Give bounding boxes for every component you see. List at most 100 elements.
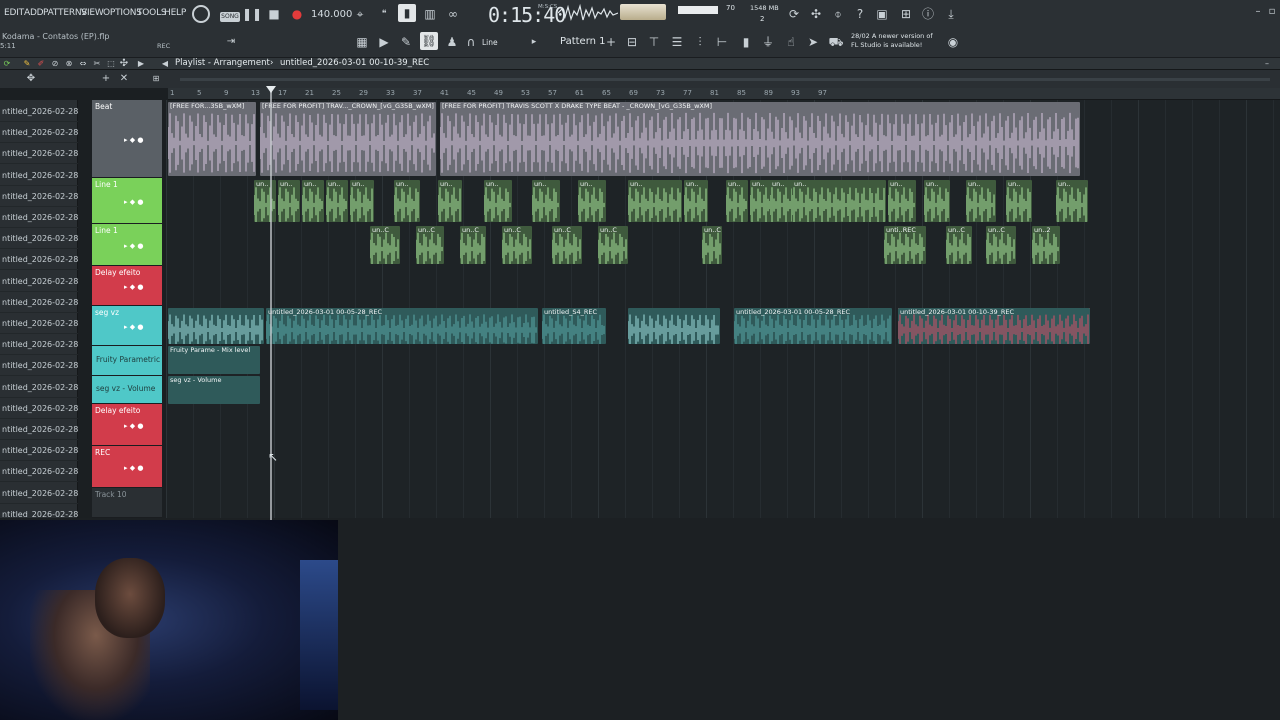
audio-clip[interactable]: un..	[438, 180, 462, 222]
play-icon[interactable]: ❚❚	[242, 8, 262, 20]
menu-options[interactable]: OPTIONS	[103, 8, 142, 18]
track-header[interactable]: seg vz ▸ ◆ ●	[92, 306, 162, 346]
audio-clip[interactable]: un..C	[552, 226, 582, 264]
audio-clip[interactable]: unti..REC	[884, 226, 926, 264]
audio-clip[interactable]: un..	[726, 180, 748, 222]
audio-clip[interactable]: un..C	[986, 226, 1016, 264]
compress-icon[interactable]: ✣	[118, 58, 130, 70]
track-header[interactable]: Line 1 ▸ ◆ ●	[92, 178, 162, 224]
scroll-lock-icon[interactable]: ⊞	[150, 73, 162, 85]
track-controls-icon[interactable]: ▸ ◆ ●	[124, 323, 143, 331]
snap-icon[interactable]: ⟳	[2, 58, 12, 69]
track-header[interactable]: REC ▸ ◆ ●	[92, 446, 162, 488]
browser-item[interactable]: ntitled_2026-02-28 23-	[0, 166, 78, 186]
audio-clip[interactable]: un..	[628, 180, 682, 222]
undo-icon[interactable]: ⟳	[786, 6, 802, 22]
audio-clip[interactable]: untitled_2026-03-01 00-05-28_REC	[266, 308, 538, 344]
mic-icon[interactable]: ⌽	[830, 6, 846, 22]
browser-item[interactable]: ntitled_2026-02-28 23-	[0, 378, 78, 398]
select-tool-icon[interactable]: ⬚	[106, 58, 116, 69]
audio-clip[interactable]: un..	[966, 180, 996, 222]
paint-tool-icon[interactable]: ✐	[36, 58, 46, 69]
audio-clip[interactable]: un..C	[502, 226, 532, 264]
timeline-ruler[interactable]: 1 5 9 13 17 21 25 29 33 37 41 45 49 53 57 61 65 69 73 77 81 8…	[168, 88, 1280, 100]
audio-clip[interactable]: un..C	[702, 226, 722, 264]
save-icon[interactable]: ▣	[874, 6, 890, 22]
track-controls-icon[interactable]: ▸ ◆ ●	[124, 464, 143, 472]
stop-icon[interactable]: ■	[268, 8, 280, 20]
track-header[interactable]: Line 1 ▸ ◆ ●	[92, 224, 162, 266]
browser-item[interactable]: ntitled_2026-02-28 23-	[0, 462, 78, 483]
delete-tool-icon[interactable]: ⊘	[50, 58, 60, 69]
pencil-icon[interactable]: ✎	[398, 35, 414, 49]
browser-item[interactable]: ntitled_2026-02-28 23-	[0, 272, 78, 292]
audio-clip[interactable]: un..	[532, 180, 560, 222]
arrow-icon[interactable]: ⇥	[224, 36, 238, 48]
track-header[interactable]: Fruity Parametric	[92, 346, 162, 376]
browser-item[interactable]: ntitled_2026-02-28 23-	[0, 314, 78, 334]
step-forward-icon[interactable]: ▶	[376, 35, 392, 49]
audio-clip[interactable]: un..	[394, 180, 420, 222]
move-icon[interactable]: ✥	[24, 73, 38, 85]
audio-clip[interactable]: un..	[770, 180, 794, 222]
audio-clip[interactable]: un..	[750, 180, 772, 222]
audio-clip[interactable]: un..C	[370, 226, 400, 264]
channel-rack-icon[interactable]: ⊤	[646, 35, 662, 49]
minimize-icon[interactable]: –	[1252, 6, 1264, 18]
horizontal-scrollbar[interactable]	[180, 78, 1270, 81]
audio-clip[interactable]: un..	[302, 180, 324, 222]
audio-clip[interactable]: un..	[326, 180, 348, 222]
snap-tool-label[interactable]: Line	[482, 38, 498, 47]
add-track-icon[interactable]: +	[100, 73, 112, 85]
draw-tool-icon[interactable]: ✎	[22, 58, 32, 69]
download-icon[interactable]: ⤓	[943, 6, 959, 22]
pattern-selector[interactable]: Pattern 1	[560, 36, 606, 47]
link-icon[interactable]: ⛓	[420, 32, 438, 50]
track-header[interactable]: Delay efeito ▸ ◆ ●	[92, 404, 162, 446]
mixer-icon[interactable]: ⊟	[624, 35, 640, 49]
pattern-song-toggle-icon[interactable]	[192, 5, 210, 23]
playlist-options-icon[interactable]: ◀	[160, 58, 170, 69]
pattern-prev-icon[interactable]: ▸	[528, 35, 540, 49]
update-notice[interactable]: 28/02 A newer version of FL Studio is av…	[851, 32, 933, 50]
wait-icon[interactable]: ❝	[376, 7, 392, 21]
browser-item[interactable]: ntitled_2026-02-28 23-	[0, 441, 78, 462]
document-icon[interactable]: ▮	[738, 35, 754, 49]
add-pattern-icon[interactable]: +	[605, 35, 617, 49]
audio-clip[interactable]: [FREE FOR PROFIT] TRAV..._CROWN_[vG_G35B…	[260, 102, 436, 176]
record-icon[interactable]: ●	[291, 8, 303, 20]
info-icon[interactable]: ⓘ	[920, 6, 936, 22]
track-controls-icon[interactable]: ▸ ◆ ●	[124, 242, 143, 250]
track-header[interactable]: seg vz - Volume	[92, 376, 162, 404]
loop-record-icon[interactable]: ∞	[445, 7, 461, 21]
help-icon[interactable]: ?	[852, 6, 868, 22]
stamp-icon[interactable]: ♟	[444, 35, 460, 49]
audio-clip[interactable]: [FREE FOR...35B_wXM]	[168, 102, 256, 176]
track-controls-icon[interactable]: ▸ ◆ ●	[124, 198, 143, 206]
audio-clip[interactable]: un..	[350, 180, 374, 222]
master-volume-meter[interactable]	[620, 4, 666, 20]
plugin-icon[interactable]: ✣	[808, 6, 824, 22]
browser-item[interactable]: ntitled_2026-02-28 23-	[0, 123, 78, 144]
tempo-display[interactable]: 140.000	[311, 9, 352, 20]
playlist-icon[interactable]: ☰	[669, 35, 685, 49]
menu-view[interactable]: VIEW	[81, 8, 104, 18]
audio-clip[interactable]: un..	[888, 180, 916, 222]
track-controls-icon[interactable]: ▸ ◆ ●	[124, 136, 143, 144]
equalizer-icon[interactable]: ⫶	[692, 35, 708, 49]
plug-icon[interactable]: ⏚	[760, 35, 776, 49]
grid-icon[interactable]: ⊞	[898, 6, 914, 22]
browser-item[interactable]: ntitled_2026-02-28 23-	[0, 187, 78, 207]
audio-clip[interactable]: un..	[1006, 180, 1032, 222]
audio-clip[interactable]: un..	[578, 180, 606, 222]
song-mode-badge[interactable]: SONG	[220, 12, 240, 22]
audio-clip[interactable]: untitled_S4_REC	[542, 308, 606, 344]
browser-item[interactable]: ntitled_2026-02-28 23-	[0, 356, 78, 377]
blend-notes-icon[interactable]: ▥	[422, 7, 438, 21]
automation-clip[interactable]: seg vz - Volume	[168, 376, 260, 404]
browser-item[interactable]: ntitled_2026-02-28 23-	[0, 293, 78, 313]
menu-edit[interactable]: EDIT	[4, 8, 24, 18]
menu-add[interactable]: ADD	[24, 8, 44, 18]
menu-help[interactable]: HELP	[164, 8, 186, 18]
audio-clip[interactable]: un..	[792, 180, 886, 222]
